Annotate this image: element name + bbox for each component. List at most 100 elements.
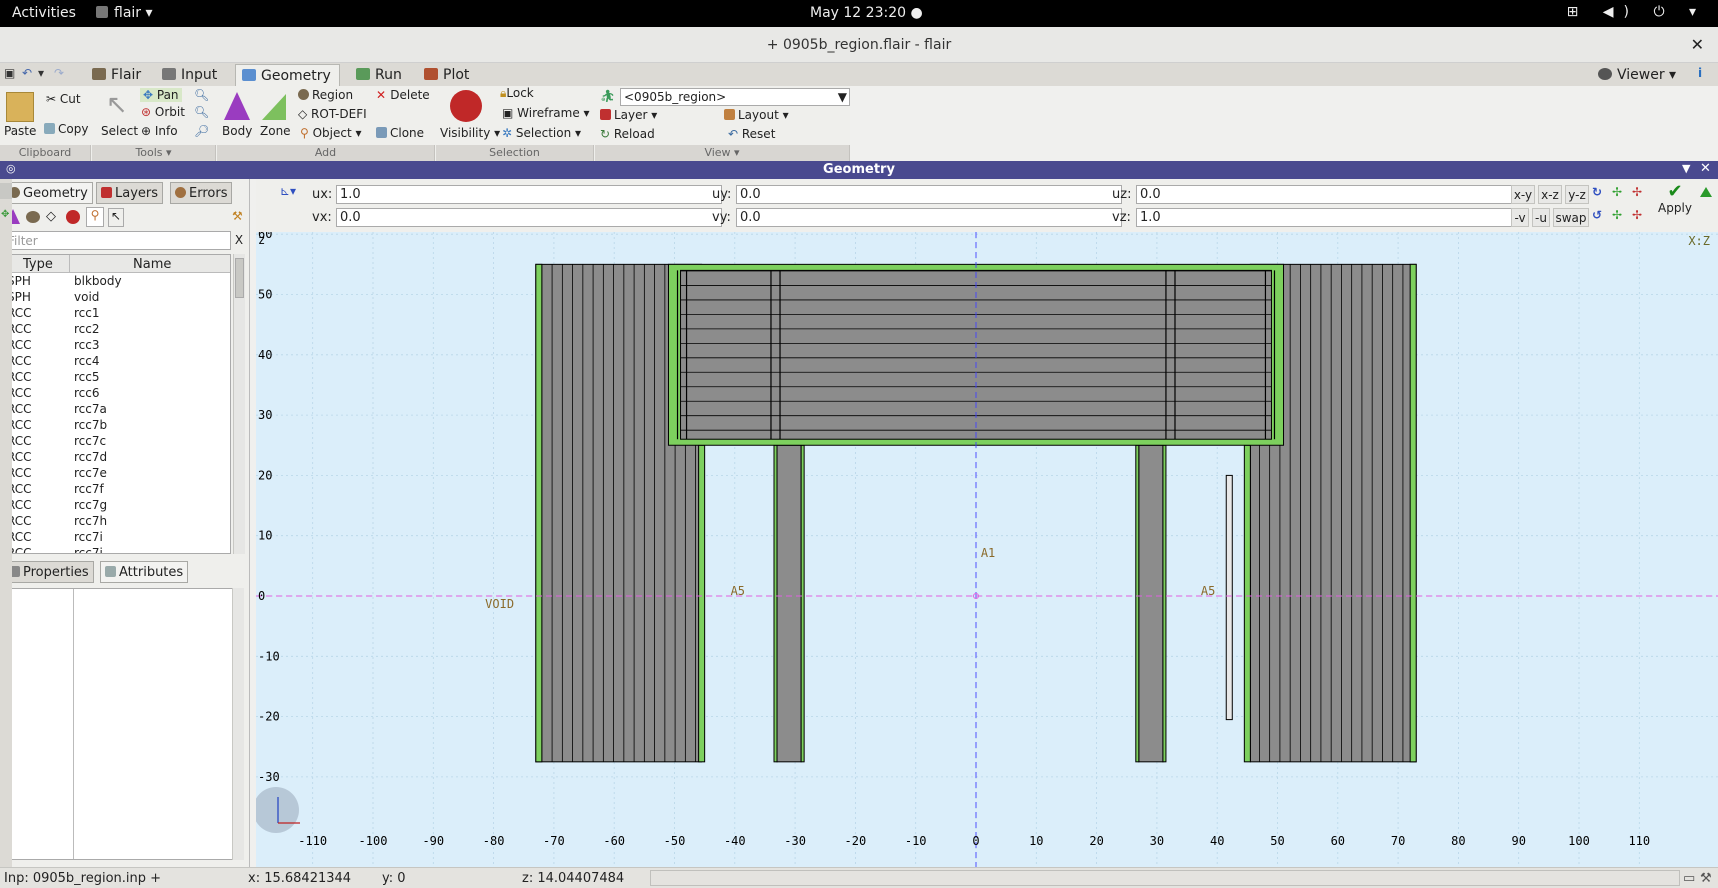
reset-button[interactable]: ↶ Reset bbox=[728, 127, 775, 141]
window-close-button[interactable]: ✕ bbox=[1691, 35, 1704, 54]
viewer-canvas[interactable]: -110 -100 -90 -80 -70 -60 -50 -40 -30 -20 -10 0 10 20… bbox=[253, 227, 1718, 869]
app-menu[interactable]: flair ▾ bbox=[96, 5, 153, 21]
tab-layers[interactable]: Layers bbox=[96, 182, 164, 204]
tab-errors[interactable]: Errors bbox=[170, 182, 233, 204]
delete-button[interactable]: ✕ Delete bbox=[376, 88, 430, 102]
table-scrollbar-thumb[interactable] bbox=[235, 258, 244, 298]
left-column-edge[interactable] bbox=[800, 444, 805, 763]
clock[interactable]: May 12 23:20 ● bbox=[810, 5, 923, 21]
tab-geometry[interactable]: Geometry bbox=[235, 64, 340, 86]
zoom-out-icon[interactable]: 🔍︎ bbox=[194, 105, 209, 119]
tab-properties[interactable]: Properties bbox=[4, 561, 94, 583]
table-row[interactable]: RCC rcc6 bbox=[5, 385, 230, 401]
viewer-tool-icon[interactable]: ✥ bbox=[1, 209, 9, 220]
object-filter-icon[interactable]: ⚲ bbox=[86, 207, 104, 227]
activities-button[interactable]: Activities bbox=[12, 5, 76, 21]
zone-button[interactable]: Zone bbox=[260, 124, 291, 138]
redo-icon[interactable]: ↷ bbox=[54, 66, 64, 80]
tab-input[interactable]: Input bbox=[156, 64, 225, 86]
region-select[interactable]: <0905b_region> ▼ bbox=[620, 88, 850, 106]
transform-filter-icon[interactable]: ◇ bbox=[46, 209, 56, 224]
view-yz-button[interactable]: y-z bbox=[1565, 185, 1589, 204]
view-group-label[interactable]: View ▾ bbox=[595, 145, 850, 161]
region-button[interactable]: Region bbox=[298, 88, 353, 102]
undo-dropdown-icon[interactable]: ▾ bbox=[38, 66, 44, 80]
orbit-button[interactable]: ⊛ Orbit bbox=[141, 105, 185, 119]
table-row[interactable]: RCC rcc1 bbox=[5, 305, 230, 321]
view-xy-button[interactable]: x-y bbox=[1511, 185, 1535, 204]
pointer-filter-icon[interactable]: ↖ bbox=[108, 208, 124, 227]
save-icon[interactable]: ▣ bbox=[4, 66, 15, 80]
tab-run[interactable]: Run bbox=[350, 64, 410, 86]
filter-options-icon[interactable]: ⚒ bbox=[232, 209, 243, 223]
table-row[interactable]: SPH blkbody bbox=[5, 273, 230, 289]
table-row[interactable]: RCC rcc7a bbox=[5, 401, 230, 417]
lock-button[interactable]: 🔒︎Lock bbox=[500, 86, 534, 101]
table-row[interactable]: RCC rcc7f bbox=[5, 481, 230, 497]
table-row[interactable]: RCC rcc7i bbox=[5, 529, 230, 545]
visibility-button[interactable]: Visibility ▾ bbox=[440, 126, 500, 140]
table-row[interactable]: RCC rcc3 bbox=[5, 337, 230, 353]
table-row[interactable]: RCC rcc7e bbox=[5, 465, 230, 481]
vx-input[interactable]: 0.0 bbox=[336, 208, 722, 227]
layout-button[interactable]: Layout ▾ bbox=[724, 108, 789, 122]
view-xz-button[interactable]: x-z bbox=[1538, 185, 1562, 204]
right-inner-green-strip[interactable] bbox=[1243, 444, 1251, 763]
uz-input[interactable]: 0.0 bbox=[1136, 185, 1522, 204]
object-button[interactable]: ⚲ Object ▾ bbox=[300, 126, 362, 140]
viewer-menu[interactable]: Viewer ▾ bbox=[1592, 64, 1684, 86]
filter-clear-button[interactable]: X bbox=[232, 231, 246, 250]
system-tray[interactable]: ⊞ ◀) ⏻ ▾ bbox=[1567, 4, 1706, 20]
zoom-fit-icon[interactable]: 🔎︎ bbox=[194, 124, 209, 138]
rotate-ccw-icon[interactable]: ↺ bbox=[1592, 208, 1602, 222]
right-outer-green-strip[interactable] bbox=[1409, 263, 1417, 763]
move-right-icon[interactable]: ✢ bbox=[1632, 208, 1642, 222]
selection-button[interactable]: ✲ Selection ▾ bbox=[502, 126, 581, 140]
material-filter-icon[interactable] bbox=[66, 210, 80, 224]
region-filter-button-icon[interactable] bbox=[26, 211, 40, 223]
vy-input[interactable]: 0.0 bbox=[736, 208, 1122, 227]
table-row[interactable]: RCC rcc2 bbox=[5, 321, 230, 337]
left-outer-green-strip[interactable] bbox=[535, 263, 543, 763]
detector-rod-region[interactable] bbox=[1225, 474, 1233, 721]
reload-button[interactable]: ↻ Reload bbox=[600, 127, 655, 141]
move-up-icon[interactable]: ✢ bbox=[1612, 185, 1622, 199]
ux-input[interactable]: 1.0 bbox=[336, 185, 722, 204]
tab-plot[interactable]: Plot bbox=[418, 64, 477, 86]
column-type[interactable]: Type bbox=[23, 257, 53, 272]
body-button[interactable]: Body bbox=[222, 124, 252, 138]
help-icon[interactable]: i bbox=[1698, 66, 1702, 80]
swap-button[interactable]: swap bbox=[1553, 208, 1589, 227]
expand-up-icon[interactable] bbox=[1700, 187, 1712, 197]
move-left-icon[interactable]: ✢ bbox=[1612, 208, 1622, 222]
paste-button[interactable]: Paste bbox=[4, 124, 36, 138]
table-row[interactable]: RCC rcc7c bbox=[5, 433, 230, 449]
wireframe-button[interactable]: ▣ Wireframe ▾ bbox=[502, 106, 590, 120]
status-tools-icon[interactable]: ⚒ bbox=[1700, 871, 1712, 886]
axes-orientation-icon[interactable]: ⊾▾ bbox=[280, 184, 296, 198]
table-row[interactable]: RCC rcc7g bbox=[5, 497, 230, 513]
left-inner-green-strip[interactable] bbox=[698, 444, 706, 763]
table-row[interactable]: RCC rcc7d bbox=[5, 449, 230, 465]
zoom-in-icon[interactable]: 🔍︎ bbox=[194, 88, 209, 102]
apply-button[interactable]: ✔ Apply bbox=[1654, 183, 1696, 227]
move-down-icon[interactable]: ✢ bbox=[1632, 185, 1642, 199]
left-column-edge[interactable] bbox=[773, 444, 778, 763]
table-row[interactable]: RCC rcc7j bbox=[5, 545, 230, 553]
right-column-edge[interactable] bbox=[1135, 444, 1140, 763]
table-scrollbar[interactable] bbox=[233, 254, 245, 554]
table-row[interactable]: RCC rcc5 bbox=[5, 369, 230, 385]
status-layout-icon[interactable]: ▭ bbox=[1683, 871, 1695, 886]
negate-v-button[interactable]: -v bbox=[1511, 208, 1529, 227]
negate-u-button[interactable]: -u bbox=[1532, 208, 1550, 227]
pan-button[interactable]: ✥ Pan bbox=[140, 88, 182, 102]
paste-icon[interactable] bbox=[6, 92, 34, 122]
undo-icon[interactable]: ↶ bbox=[22, 66, 32, 80]
filter-input[interactable]: Filter bbox=[4, 231, 231, 250]
toolbar-handle-icon[interactable] bbox=[0, 183, 12, 199]
rot-defi-button[interactable]: ◇ ROT-DEFI bbox=[298, 107, 367, 121]
right-column-edge[interactable] bbox=[1162, 444, 1167, 763]
info-button[interactable]: ⊕ Info bbox=[141, 124, 178, 138]
tab-attributes[interactable]: Attributes bbox=[100, 561, 189, 583]
clone-button[interactable]: Clone bbox=[376, 126, 424, 140]
